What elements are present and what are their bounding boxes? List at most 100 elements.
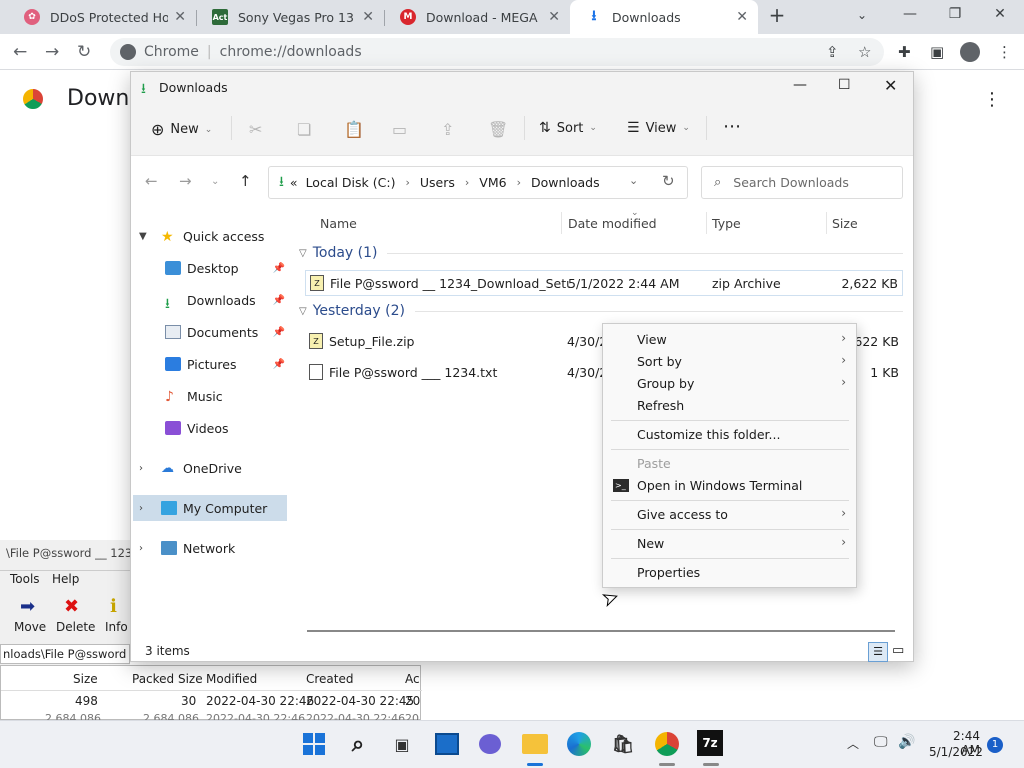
new-button[interactable]: ⊕ New ⌄ — [151, 120, 212, 139]
nav-pictures[interactable]: Pictures 📌 — [131, 351, 291, 377]
path-segment-local-disk[interactable]: Local Disk (C:) — [306, 175, 396, 190]
store-icon[interactable]: 🛍 — [609, 730, 637, 758]
share-icon[interactable]: ⇪ — [441, 120, 454, 139]
nav-desktop[interactable]: Desktop 📌 — [131, 255, 291, 281]
tiles-view-icon[interactable]: ▭ — [892, 643, 904, 658]
back-icon[interactable]: ← — [145, 172, 158, 190]
chat-icon[interactable] — [476, 730, 504, 758]
pin-icon[interactable]: 📌 — [273, 359, 285, 370]
column-type[interactable]: Type — [712, 216, 741, 231]
browser-tab-downloads[interactable]: ⭳ Downloads ✕ — [570, 0, 758, 34]
close-tab-icon[interactable]: ✕ — [736, 9, 748, 25]
maximize-icon[interactable]: ☐ — [838, 77, 851, 93]
pin-icon[interactable]: 📌 — [273, 295, 285, 306]
zip-col-created[interactable]: Created — [306, 672, 354, 686]
chevron-down-icon[interactable]: ⌄ — [629, 174, 638, 187]
sort-button[interactable]: ⇅ Sort ⌄ — [539, 120, 597, 136]
zip-menu-help[interactable]: Help — [52, 572, 79, 586]
zip-menu-tools[interactable]: Tools — [10, 572, 40, 586]
zip-path-field[interactable]: nloads\File P@ssword __ — [0, 644, 130, 664]
omnibox[interactable]: Chrome | chrome://downloads — [110, 38, 884, 66]
menu-item-new[interactable]: New — [637, 536, 664, 551]
zip-col-ac[interactable]: Ac — [405, 672, 420, 686]
menu-item-properties[interactable]: Properties — [637, 565, 700, 580]
bookmark-star-icon[interactable]: ☆ — [858, 43, 871, 61]
group-yesterday[interactable]: ▽ Yesterday (2) — [299, 303, 903, 319]
tab-search-icon[interactable]: ⌄ — [852, 8, 872, 22]
notification-badge[interactable]: 1 — [987, 737, 1003, 753]
start-windows-icon[interactable] — [300, 730, 328, 758]
chevron-up-icon[interactable]: ︿ — [847, 735, 859, 752]
minimize-icon[interactable]: — — [900, 6, 920, 22]
back-icon[interactable]: ← — [13, 42, 27, 62]
restore-icon[interactable]: ❐ — [945, 6, 965, 22]
menu-item-group-by[interactable]: Group by — [637, 376, 694, 391]
minimize-icon[interactable]: — — [793, 77, 807, 93]
cut-icon[interactable]: ✂ — [249, 120, 262, 139]
horizontal-scrollbar[interactable] — [307, 630, 895, 632]
copy-icon[interactable]: ❏ — [297, 120, 311, 139]
delete-x-icon[interactable]: ✖ — [64, 596, 79, 617]
file-row[interactable]: Z File P@ssword __ 1234_Download_Setup .… — [305, 270, 903, 296]
forward-icon[interactable]: → — [179, 172, 192, 190]
pin-icon[interactable]: 📌 — [273, 327, 285, 338]
group-today[interactable]: ▽ Today (1) — [299, 245, 903, 261]
close-tab-icon[interactable]: ✕ — [362, 9, 374, 25]
up-icon[interactable]: ↑ — [239, 172, 252, 190]
network-tray-icon[interactable]: 🖵 — [874, 734, 888, 750]
info-icon[interactable]: ℹ — [110, 596, 117, 617]
path-segment-users[interactable]: Users — [420, 175, 455, 190]
column-size[interactable]: Size — [832, 216, 858, 231]
menu-item-refresh[interactable]: Refresh — [637, 398, 684, 413]
reload-icon[interactable]: ↻ — [77, 42, 91, 62]
zip-col-packed[interactable]: Packed Size — [132, 672, 203, 686]
nav-network[interactable]: › Network — [131, 535, 291, 561]
share-icon[interactable]: ⇪ — [826, 43, 839, 61]
file-explorer-icon[interactable] — [521, 730, 549, 758]
close-tab-icon[interactable]: ✕ — [174, 9, 186, 25]
nav-music[interactable]: ♪ Music — [131, 383, 291, 409]
search-input[interactable]: ⌕ Search Downloads — [701, 166, 903, 199]
clock-date[interactable]: 5/1/2022 — [929, 745, 983, 759]
details-view-icon[interactable]: ☰ — [868, 642, 888, 662]
chrome-menu-icon[interactable]: ⋮ — [997, 43, 1012, 61]
browser-tab-sony-vegas[interactable]: Act Sony Vegas Pro 13 Ser ✕ — [196, 0, 384, 34]
close-icon[interactable]: ✕ — [884, 76, 897, 95]
more-options-icon[interactable]: ⋯ — [723, 116, 741, 137]
new-tab-button[interactable]: + — [767, 3, 787, 27]
volume-icon[interactable]: 🔊 — [898, 734, 915, 750]
paste-icon[interactable]: 📋 — [344, 120, 364, 139]
extensions-icon[interactable]: ✚ — [898, 43, 911, 61]
close-tab-icon[interactable]: ✕ — [548, 9, 560, 25]
refresh-icon[interactable]: ↻ — [662, 172, 675, 190]
menu-item-open-terminal[interactable]: Open in Windows Terminal — [637, 478, 802, 493]
widgets-icon[interactable] — [433, 730, 461, 758]
path-segment-downloads[interactable]: Downloads — [531, 175, 600, 190]
search-icon[interactable]: ⌕ — [344, 730, 372, 758]
view-button[interactable]: ☰ View ⌄ — [627, 120, 690, 136]
chrome-taskbar-icon[interactable] — [653, 730, 681, 758]
path-segment-vm6[interactable]: VM6 — [479, 175, 506, 190]
browser-tab-ddos[interactable]: ✿ DDoS Protected Hostin ✕ — [8, 0, 196, 34]
menu-item-customize-folder[interactable]: Customize this folder... — [637, 427, 780, 442]
menu-item-give-access[interactable]: Give access to — [637, 507, 728, 522]
nav-onedrive[interactable]: › ☁ OneDrive — [131, 455, 291, 481]
side-panel-icon[interactable]: ▣ — [930, 43, 944, 61]
menu-item-view[interactable]: View — [637, 332, 667, 347]
task-view-icon[interactable]: ▣ — [388, 730, 416, 758]
close-window-icon[interactable]: ✕ — [990, 6, 1010, 22]
nav-documents[interactable]: Documents 📌 — [131, 319, 291, 345]
delete-icon[interactable]: 🗑 — [488, 120, 508, 139]
zip-col-modified[interactable]: Modified — [206, 672, 257, 686]
profile-avatar[interactable] — [960, 42, 980, 62]
7zip-icon[interactable]: 7z — [697, 730, 723, 756]
recent-locations-icon[interactable]: ⌄ — [211, 176, 219, 187]
page-menu-icon[interactable]: ⋮ — [983, 89, 1001, 110]
nav-quick-access[interactable]: ▼ ★ Quick access — [131, 223, 291, 249]
column-date-modified[interactable]: Date modified — [568, 216, 657, 231]
rename-icon[interactable]: ▭ — [392, 120, 407, 139]
move-arrow-icon[interactable]: ➡ — [20, 596, 35, 617]
zip-col-size[interactable]: Size — [73, 672, 98, 686]
column-name[interactable]: Name — [320, 216, 357, 231]
nav-my-computer[interactable]: › My Computer — [133, 495, 287, 521]
